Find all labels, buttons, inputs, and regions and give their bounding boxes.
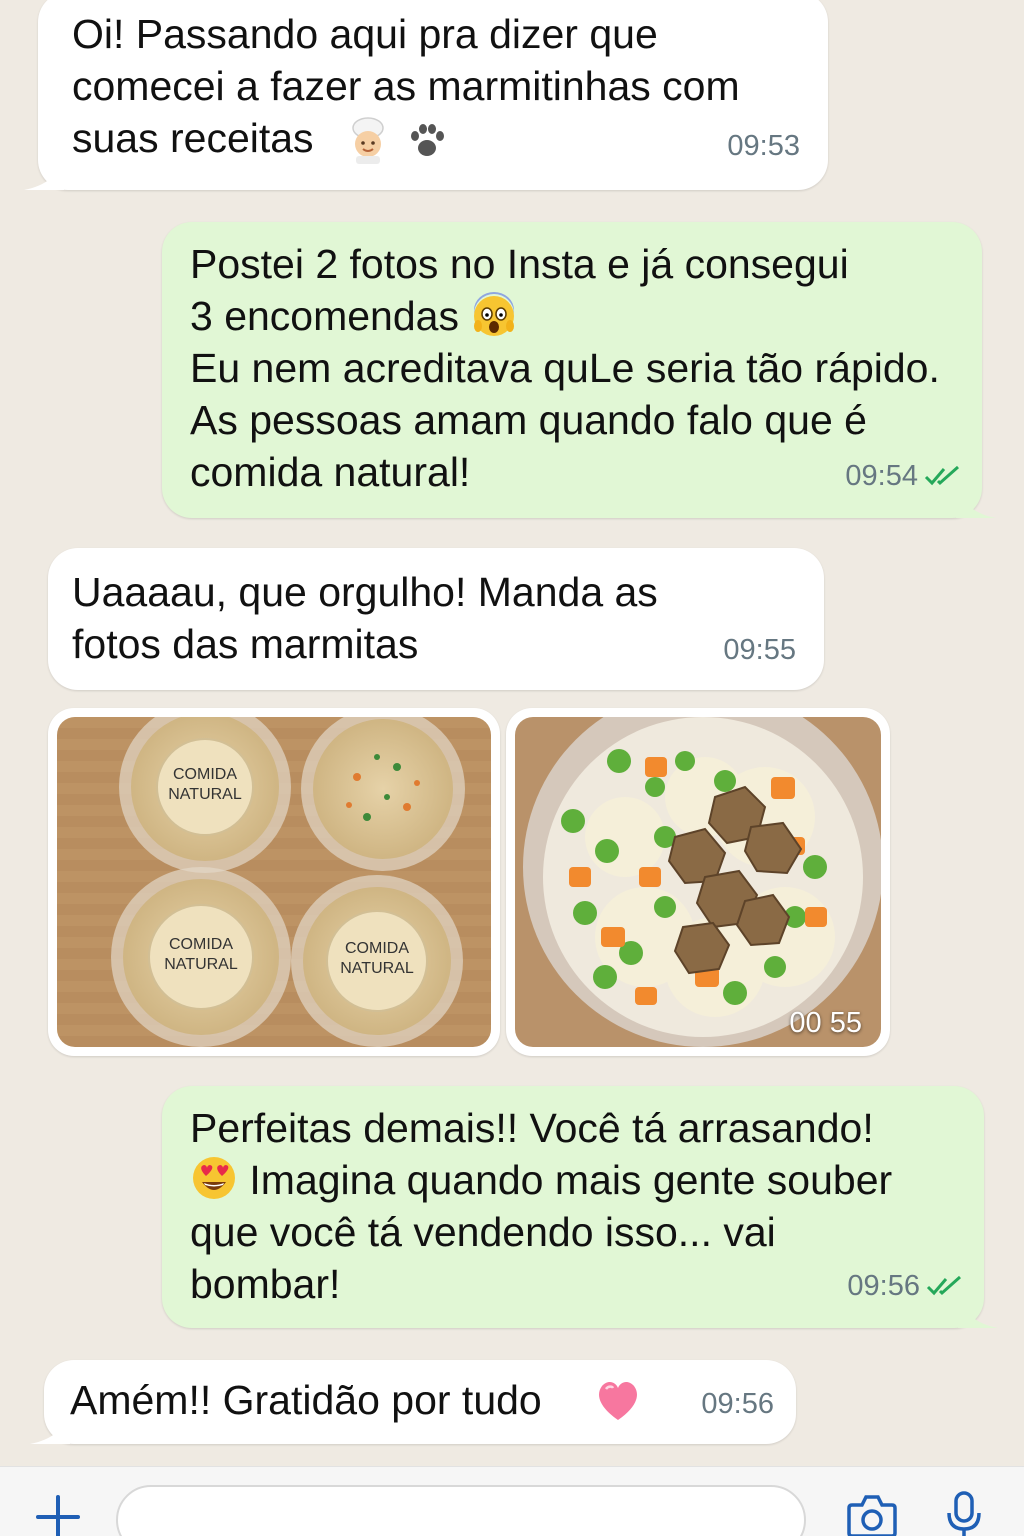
message-text-line-1: Perfeitas demais!! Você tá arrasando! [190, 1105, 874, 1151]
svg-text:NATURAL: NATURAL [168, 786, 242, 803]
message-time: 09:56 [701, 1378, 774, 1430]
svg-text:COMIDA: COMIDA [345, 940, 409, 957]
message-bubble-incoming[interactable]: Amém!! Gratidão por tudo 09:56 [30, 1360, 796, 1444]
timestamp: 09:55 [723, 634, 796, 666]
message-text-line-2-wrap: 3 encomendas [190, 290, 980, 342]
plus-icon[interactable] [34, 1493, 82, 1536]
chat-area: Oi! Passando aqui pra dizer que comecei … [0, 0, 1024, 1466]
read-ticks-icon [924, 465, 959, 486]
message-text-line-2-wrap: Imagina quando mais gente souber [190, 1154, 980, 1206]
message-bubble-outgoing[interactable]: Perfeitas demais!! Você tá arrasando! Im… [162, 1086, 998, 1328]
photo-message-bowl[interactable]: 00 55 [506, 708, 890, 1056]
chef-emoji [352, 117, 384, 164]
message-meta: 09:54 [845, 450, 964, 502]
message-time: 09:55 [723, 624, 796, 676]
message-text-line-2: Imagina quando mais gente souber [249, 1157, 893, 1203]
container-bottom-right: COMIDA NATURAL [291, 875, 463, 1047]
message-text: Uaaaau, que orgulho! Manda as fotos das … [72, 569, 658, 667]
svg-text:NATURAL: NATURAL [164, 956, 238, 973]
timestamp: 09:54 [845, 460, 918, 492]
microphone-icon[interactable] [944, 1489, 984, 1536]
svg-text:COMIDA: COMIDA [173, 766, 237, 783]
svg-text:NATURAL: NATURAL [340, 960, 414, 977]
message-text-line-1: Postei 2 fotos no Insta e já consegui [190, 241, 849, 287]
camera-icon[interactable] [846, 1491, 898, 1536]
heart-eyes-emoji [193, 1157, 235, 1199]
timestamp: 09:56 [701, 1388, 774, 1420]
message-emojis [344, 116, 451, 168]
paw-prints-emoji [411, 124, 445, 156]
timestamp: 09:53 [727, 130, 800, 162]
svg-text:COMIDA: COMIDA [169, 936, 233, 953]
photo-message-containers[interactable]: COMIDA NATURAL COMIDA NATURAL COMIDA NAT… [48, 708, 500, 1056]
photo-four-containers: COMIDA NATURAL COMIDA NATURAL COMIDA NAT… [57, 717, 491, 1047]
message-text-line-2: 3 encomendas [190, 293, 459, 339]
timestamp: 09:56 [847, 1270, 920, 1302]
message-bubble-incoming[interactable]: Oi! Passando aqui pra dizer que comecei … [24, 0, 828, 190]
screaming-face-emoji [474, 292, 515, 336]
photo-timestamp: 00 55 [789, 1007, 862, 1039]
message-text: Amém!! Gratidão por tudo [70, 1377, 542, 1423]
bubble-tail [24, 156, 64, 190]
message-input[interactable] [116, 1485, 806, 1536]
read-ticks-icon [926, 1275, 961, 1296]
message-bubble-incoming[interactable]: Uaaaau, que orgulho! Manda as fotos das … [48, 548, 824, 690]
photo-food-bowl [515, 717, 881, 1047]
pink-heart-emoji [599, 1381, 637, 1420]
composer-bar [0, 1466, 1024, 1536]
message-meta: 09:56 [847, 1260, 966, 1312]
message-bubble-outgoing[interactable]: Postei 2 fotos no Insta e já consegui 3 … [162, 222, 996, 518]
message-time: 09:53 [727, 120, 800, 172]
container-bottom-left: COMIDA NATURAL [111, 867, 291, 1047]
bubble-tail [30, 1410, 70, 1444]
